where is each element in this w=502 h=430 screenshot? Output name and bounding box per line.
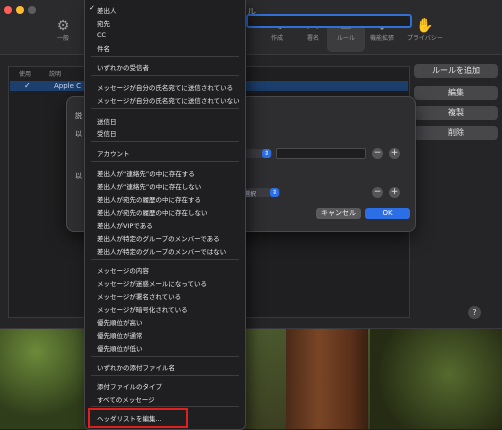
menu-item-priority-normal[interactable]: 優先順位が通常 [97, 330, 143, 340]
delete-rule-button[interactable]: 削除 [414, 126, 498, 140]
menu-item-message-is-encrypted[interactable]: メッセージが暗号化されている [97, 304, 188, 314]
menu-item-from[interactable]: 差出人 [97, 5, 117, 15]
menu-item-subject[interactable]: 件名 [97, 43, 110, 53]
menu-item-attachment-type[interactable]: 添付ファイルのタイプ [97, 381, 162, 391]
remove-condition-button[interactable]: − [372, 148, 383, 159]
add-condition-button[interactable]: + [389, 148, 400, 159]
remove-action-button[interactable]: − [372, 187, 383, 198]
toolbar-general[interactable]: ⚙ 一般 [44, 18, 82, 52]
column-header-enabled: 使用 [19, 71, 32, 78]
menu-item-sender-in-contacts[interactable]: 差出人が“連絡先”の中に存在する [97, 168, 195, 178]
add-action-button[interactable]: + [389, 187, 400, 198]
menu-separator [91, 375, 239, 376]
toolbar-label: プライバシー [407, 35, 443, 42]
menu-item-any-recipient[interactable]: いずれかの受信者 [97, 62, 149, 72]
ok-button[interactable]: OK [365, 208, 410, 219]
menu-item-account[interactable]: アカウント [97, 148, 130, 158]
column-header-description: 説明 [49, 71, 62, 78]
menu-item-date-sent[interactable]: 送信日 [97, 116, 117, 126]
chevron-updown-icon: ⇕ [262, 149, 271, 158]
menu-item-sender-in-group[interactable]: 差出人が特定のグループのメンバーである [97, 233, 220, 243]
duplicate-rule-button[interactable]: 複製 [414, 106, 498, 120]
edit-rule-button[interactable]: 編集 [414, 86, 498, 100]
menu-item-cc[interactable]: CC [97, 31, 106, 39]
rule-enabled-checkbox[interactable]: ✓ [24, 81, 31, 91]
add-rule-button[interactable]: ルールを追加 [414, 64, 498, 78]
menu-separator [91, 108, 239, 109]
menu-item-message-is-junk[interactable]: メッセージが迷惑メールになっている [97, 278, 207, 288]
toolbar-label: 作成 [270, 35, 283, 42]
toolbar-label: 機能拡張 [369, 35, 394, 42]
menu-item-sent-to-my-name[interactable]: メッセージが自分の氏名宛てに送信されている [97, 82, 233, 92]
actions-label: 以 [75, 172, 82, 180]
menu-item-message-is-signed[interactable]: メッセージが署名されている [97, 291, 181, 301]
zoom-window-button[interactable] [28, 6, 36, 14]
menu-separator [91, 356, 239, 357]
gear-icon: ⚙ [56, 18, 70, 34]
chevron-updown-icon: ⇕ [270, 188, 279, 197]
menu-item-any-attachment-name[interactable]: いずれかの添付ファイル名 [97, 362, 175, 372]
condition-field-menu: ✓ 差出人 宛先 CC 件名 いずれかの受信者 メッセージが自分の氏名宛てに送信… [84, 0, 246, 430]
desktop-wallpaper-foliage-right [370, 320, 502, 429]
condition-value-field[interactable] [276, 148, 366, 159]
menu-separator [91, 259, 239, 260]
menu-item-priority-high[interactable]: 優先順位が高い [97, 317, 143, 327]
menu-item-sender-is-vip[interactable]: 差出人がVIPである [97, 220, 153, 230]
menu-separator [91, 75, 239, 76]
cancel-button[interactable]: キャンセル [316, 208, 361, 219]
menu-item-sender-not-in-group[interactable]: 差出人が特定のグループのメンバーではない [97, 246, 226, 256]
menu-separator [91, 141, 239, 142]
menu-separator [91, 161, 239, 162]
rule-name: Apple C [54, 82, 82, 90]
help-button[interactable]: ? [468, 306, 481, 319]
description-label: 説 [75, 112, 82, 120]
minimize-window-button[interactable] [16, 6, 24, 14]
checkmark-icon: ✓ [89, 4, 95, 12]
menu-item-message-content[interactable]: メッセージの内容 [97, 265, 149, 275]
close-window-button[interactable] [4, 6, 12, 14]
toolbar-label: ルール [336, 35, 355, 42]
menu-item-to[interactable]: 宛先 [97, 18, 110, 28]
menu-separator [91, 406, 239, 407]
annotation-highlight-box [88, 408, 188, 428]
menu-separator [91, 56, 239, 57]
toolbar-label: 一般 [56, 35, 69, 42]
rule-description-field[interactable] [246, 14, 412, 28]
menu-item-priority-low[interactable]: 優先順位が低い [97, 343, 143, 353]
menu-item-not-sent-to-my-name[interactable]: メッセージが自分の氏名宛てに送信されていない [97, 95, 240, 105]
menu-item-sender-not-in-previous-recipients[interactable]: 差出人が宛先の履歴の中に存在しない [97, 207, 208, 217]
menu-item-date-received[interactable]: 受信日 [97, 128, 117, 138]
menu-item-every-message[interactable]: すべてのメッセージ [97, 394, 155, 404]
conditions-label: 以 [75, 130, 82, 138]
menu-item-sender-in-previous-recipients[interactable]: 差出人が宛先の履歴の中に存在する [97, 194, 201, 204]
menu-item-sender-not-in-contacts[interactable]: 差出人が“連絡先”の中に存在しない [97, 181, 201, 191]
